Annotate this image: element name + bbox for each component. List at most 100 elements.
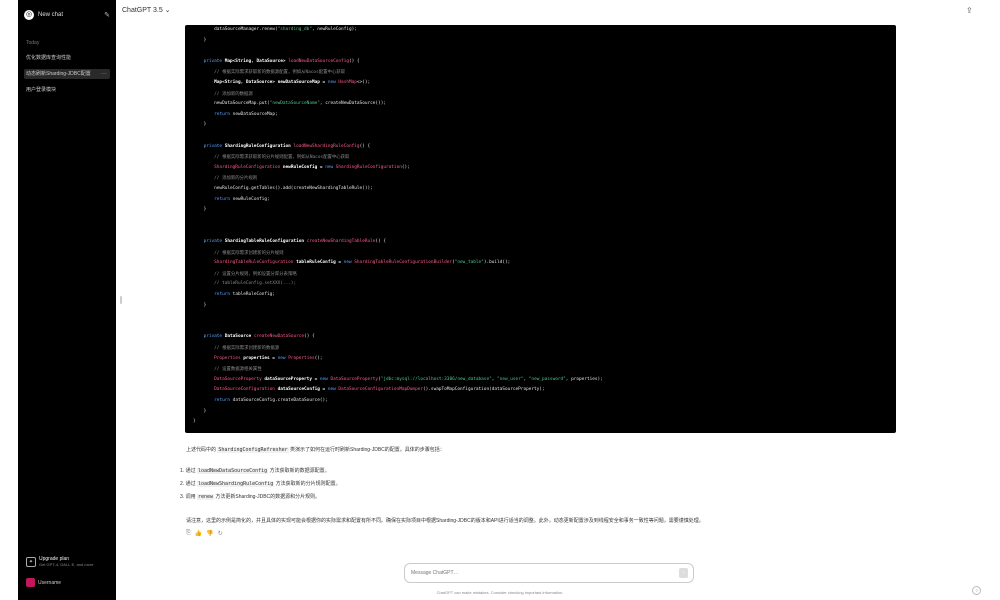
code-token: newDataSourceMap.put( xyxy=(193,101,270,107)
send-button[interactable]: ↑ xyxy=(679,568,688,578)
thumbs-up-icon[interactable]: 👍 xyxy=(195,530,202,537)
message-actions: ⎘ 👍 👎 ↻ xyxy=(186,530,223,537)
code-line: // 根据实际需求创建新的数据源 xyxy=(193,345,279,351)
code-token: (); xyxy=(314,355,323,361)
edit-icon[interactable]: ✎ xyxy=(104,11,110,19)
code-token: new xyxy=(327,80,339,85)
code-line: } xyxy=(193,122,207,127)
code-token: "sharding_db" xyxy=(277,27,312,32)
code-token: loadNewDataSourceConfig xyxy=(288,58,349,64)
code-line: // 根据实际需求获取新的数据源配置，例如从Nacos配置中心获取 xyxy=(193,69,345,75)
code-token: Properties xyxy=(193,355,244,361)
list-pre: 通过 xyxy=(185,468,197,474)
message-composer: ↑ xyxy=(404,563,694,583)
code-token: // tableRuleConfig.setXXX(...); xyxy=(193,281,297,287)
code-token: tableRuleConfig; xyxy=(232,292,275,297)
code-token: } xyxy=(193,302,207,308)
code-token: tableRuleConfig = xyxy=(296,260,344,266)
code-token: } xyxy=(193,419,196,425)
code-line: // 根据实际需求创建新的分片规则 xyxy=(193,250,283,256)
code-token: ShardingRuleConfiguration xyxy=(193,164,283,170)
code-token: ().swapToMapConfiguration(dataSourceProp… xyxy=(423,387,545,393)
list-number: 3. xyxy=(180,494,185,500)
code-token: } xyxy=(193,207,207,213)
code-token: DataSource xyxy=(224,334,254,340)
summary-pre: 上述代码中的 xyxy=(186,447,218,453)
code-line: ShardingTableRuleConfiguration tableRule… xyxy=(193,260,510,265)
code-token: DataSourceProperty xyxy=(330,376,379,382)
code-token: Map<String, DataSource> newDataSourceMap… xyxy=(193,80,328,85)
new-chat-button[interactable]: New chat xyxy=(38,12,104,18)
code-token: "newDataSourceName" xyxy=(269,101,320,107)
more-options-icon[interactable]: ··· xyxy=(101,69,107,79)
code-token: // 添加新的数据源 xyxy=(193,91,253,97)
code-line: } xyxy=(193,207,207,213)
code-token: // 添加新的分片规则 xyxy=(193,176,258,182)
help-button[interactable]: ? xyxy=(972,586,981,595)
code-token: private xyxy=(193,143,225,149)
code-token: return xyxy=(214,398,233,403)
sidebar-item-chat-2[interactable]: 动态刷新Sharding-JDBC配置 ··· xyxy=(24,69,110,79)
code-line: } xyxy=(193,419,196,424)
disclaimer: ChatGPT can make mistakes. Consider chec… xyxy=(436,590,564,595)
list-post: 方法获取新的分片规则配置。 xyxy=(274,481,341,487)
code-line: return dataSourceConfig.createDataSource… xyxy=(193,398,328,403)
list-pre: 调用 xyxy=(185,494,197,500)
code-token: <>(); xyxy=(356,80,371,85)
code-token: , newRuleConfig); xyxy=(311,27,357,32)
upgrade-subtitle: Get GPT-4, DALL·E, and more xyxy=(39,562,94,567)
list-item: 3. 调用 renew 方法更新Sharding-JDBC的数据源和分片规则。 xyxy=(180,493,320,500)
list-item: 1. 通过 loadNewDataSourceConfig 方法获取新的数据源配… xyxy=(180,467,330,474)
code-token: createNewDataSource xyxy=(253,334,305,340)
copy-icon[interactable]: ⎘ xyxy=(186,530,191,537)
code-token: "new_password" xyxy=(528,376,566,382)
code-line: // 设置分片规则，例如设置分库分表策略 xyxy=(193,271,297,277)
chatgpt-logo-icon[interactable]: ◎ xyxy=(24,10,34,20)
code-token: } xyxy=(193,37,207,43)
code-token: private xyxy=(193,239,225,244)
list-pre: 通过 xyxy=(185,481,197,487)
share-icon[interactable]: ⇪ xyxy=(966,6,973,15)
regenerate-icon[interactable]: ↻ xyxy=(218,530,223,537)
upgrade-plan-button[interactable]: ✦ Upgrade plan Get GPT-4, DALL·E, and mo… xyxy=(26,556,112,567)
sidebar-item-label: 用户登录模块 xyxy=(26,87,57,93)
code-token: // 根据实际需求获取新的分片规则配置，例如从Nacos配置中心获取 xyxy=(193,155,350,161)
list-number: 2. xyxy=(180,481,185,487)
code-line: DataSourceConfiguration dataSourceConfig… xyxy=(193,387,545,393)
code-token: loadNewShardingRuleConfig xyxy=(293,143,360,149)
model-selector[interactable]: ChatGPT 3.5 ⌄ xyxy=(122,6,171,14)
code-token: return xyxy=(214,196,233,202)
avatar xyxy=(26,578,35,587)
code-token: "new_user" xyxy=(497,376,524,382)
code-token: Map<String, DataSource> xyxy=(224,58,289,64)
sidebar-item-chat-1[interactable]: 优化数据库查询性能 xyxy=(24,53,110,63)
sidebar-item-chat-3[interactable]: 用户登录模块 xyxy=(24,85,110,95)
code-line: Map<String, DataSource> newDataSourceMap… xyxy=(193,80,370,85)
thumbs-down-icon[interactable]: 👎 xyxy=(206,530,213,537)
message-input[interactable] xyxy=(411,568,661,578)
code-token: // 设置数据源相关属性 xyxy=(193,367,262,373)
code-line: } xyxy=(193,37,207,43)
code-token: new xyxy=(319,376,331,382)
code-token: private xyxy=(193,58,225,64)
code-token: } xyxy=(193,408,207,414)
code-line: // 添加新的分片规则 xyxy=(193,175,257,181)
code-block: dataSourceManager.renew("sharding_db", n… xyxy=(185,25,896,433)
code-token: new xyxy=(325,164,336,170)
list-post: 方法获取新的数据源配置。 xyxy=(268,468,330,474)
code-line: private ShardingTableRuleConfiguration c… xyxy=(193,239,386,244)
code-token: ShardingRuleConfiguration xyxy=(224,143,294,149)
code-token: newRuleConfig; xyxy=(232,196,270,202)
user-menu[interactable]: Username xyxy=(26,578,61,587)
summary-post: 类演示了如何在运行时刷新Sharding-JDBC的配置。具体的步骤包括： xyxy=(288,447,445,453)
list-post: 方法更新Sharding-JDBC的数据源和分片规则。 xyxy=(214,494,321,500)
code-token: // 根据实际需求获取新的数据源配置，例如从Nacos配置中心获取 xyxy=(193,70,346,76)
code-line: newRuleConfig.getTables().add(createNewS… xyxy=(193,186,373,191)
code-token: ShardingRuleConfiguration xyxy=(335,164,402,170)
sidebar-collapse-handle[interactable] xyxy=(120,296,122,304)
code-token: dataSourceManager.renew( xyxy=(193,27,278,32)
code-line: // tableRuleConfig.setXXX(...); xyxy=(193,281,296,286)
code-line: dataSourceManager.renew("sharding_db", n… xyxy=(193,27,357,32)
code-token: DataSourceConfigurationMapDumper xyxy=(338,387,423,393)
code-token: DataSourceConfiguration xyxy=(193,387,278,393)
